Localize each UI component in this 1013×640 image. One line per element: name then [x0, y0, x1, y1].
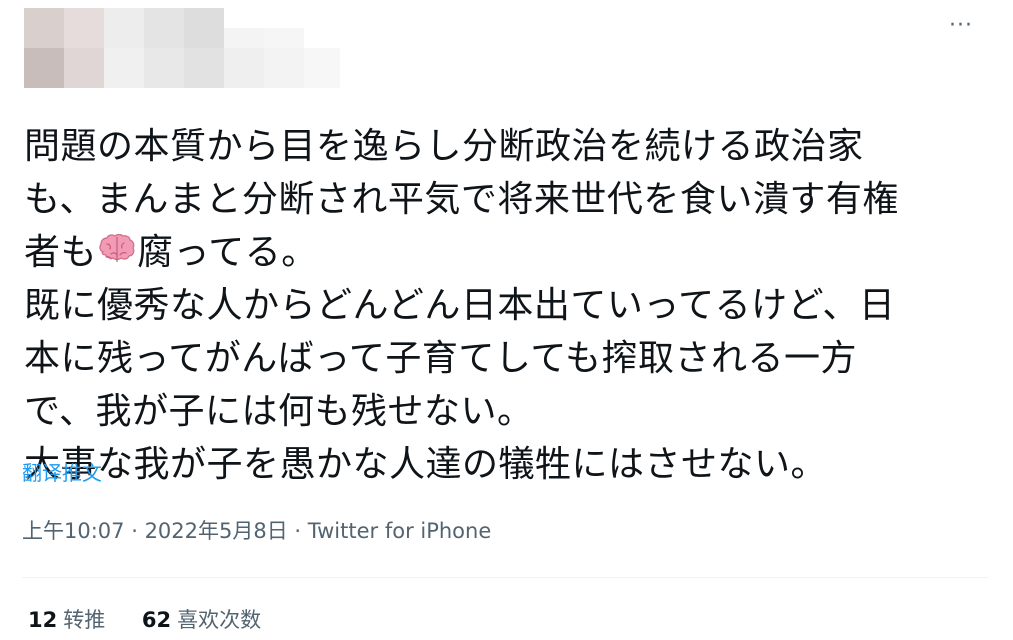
more-options-button[interactable]: ···	[944, 14, 978, 38]
name-blur-block	[144, 48, 184, 88]
name-blur-block	[104, 48, 144, 88]
avatar-blur-block	[64, 48, 104, 88]
tweet-text: 問題の本質から目を逸らし分断政治を続ける政治家 も、まんまと分断され平気で将来世…	[24, 120, 984, 491]
tweet-line: で、我が子には何も残せない。	[24, 391, 534, 432]
brain-icon	[97, 230, 137, 266]
tweet-line: 者も 腐ってる。	[24, 226, 984, 279]
retweets-count: 12	[28, 608, 58, 632]
retweets-stat[interactable]: 12 转推	[28, 605, 105, 635]
translate-tweet-link[interactable]: 翻译推文	[22, 460, 102, 486]
separator-dot: ·	[124, 519, 145, 543]
name-blur-block	[184, 8, 224, 48]
name-blur-block	[104, 8, 144, 48]
avatar-blur-block	[24, 8, 64, 48]
tweet-line: 大事な我が子を愚かな人達の犠牲にはさせない。	[24, 444, 828, 485]
retweets-label: 转推	[63, 608, 106, 632]
name-blur-block	[304, 48, 340, 88]
tweet-stats: 12 转推 62 喜欢次数	[28, 605, 291, 635]
tweet-line: 問題の本質から目を逸らし分断政治を続ける政治家	[24, 126, 864, 167]
avatar-blur-block	[24, 48, 64, 88]
separator-dot: ·	[287, 519, 308, 543]
tweet-line-part: 腐ってる。	[137, 232, 318, 273]
blurred-user-header	[24, 8, 344, 90]
name-blur-block	[184, 48, 224, 88]
likes-stat[interactable]: 62 喜欢次数	[142, 605, 261, 635]
avatar-blur-block	[64, 8, 104, 48]
tweet-date[interactable]: 2022年5月8日	[145, 519, 288, 543]
likes-count: 62	[141, 608, 172, 632]
tweet-line: も、まんまと分断され平気で将来世代を食い潰す有権	[24, 179, 899, 220]
tweet-line-part: 者も	[24, 232, 98, 273]
tweet-line: 本に残ってがんばって子育てしても搾取される一方	[24, 338, 858, 379]
name-blur-block	[224, 48, 264, 88]
tweet-metadata: 上午10:07 · 2022年5月8日 · Twitter for iPhone	[22, 517, 491, 545]
name-blur-block	[144, 8, 184, 48]
tweet-time[interactable]: 上午10:07	[22, 519, 125, 543]
likes-label: 喜欢次数	[177, 608, 262, 632]
divider	[22, 577, 988, 578]
tweet-source-link[interactable]: Twitter for iPhone	[308, 519, 492, 543]
name-blur-block	[224, 28, 264, 48]
name-blur-block	[264, 48, 304, 88]
tweet-line: 既に優秀な人からどんどん日本出ていってるけど、日	[24, 285, 896, 326]
name-blur-block	[264, 28, 304, 48]
